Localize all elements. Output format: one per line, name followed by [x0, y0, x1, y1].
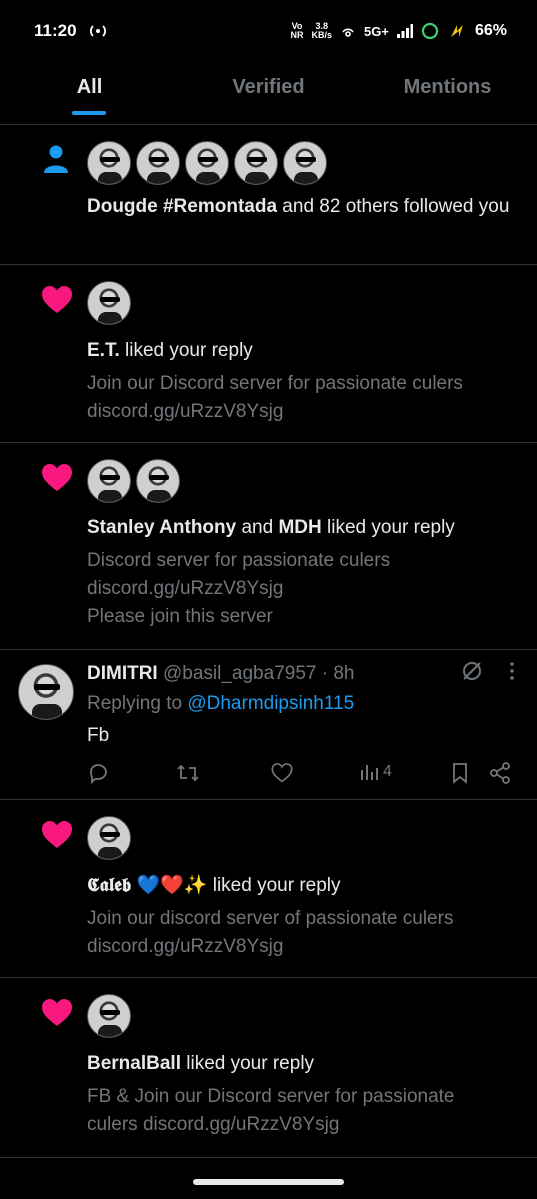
- battery-percent: 66%: [474, 22, 507, 39]
- avatar[interactable]: [136, 459, 180, 503]
- tweet-actions: 4: [0, 762, 537, 788]
- avatar[interactable]: [283, 141, 327, 185]
- avatar-group: [87, 459, 180, 503]
- status-time: 11:20: [34, 21, 77, 40]
- reply-button[interactable]: [87, 762, 109, 784]
- share-icon: [490, 762, 510, 784]
- more-options-icon[interactable]: [509, 661, 515, 681]
- like-button[interactable]: [271, 762, 293, 784]
- tweet-avatar[interactable]: [18, 664, 74, 720]
- notification-like[interactable]: Stanley Anthony and MDH liked your reply…: [0, 443, 537, 650]
- notification-preview: FB & Join our Discord server for passion…: [87, 1086, 455, 1135]
- avatar-group: [87, 816, 131, 860]
- avatar[interactable]: [87, 459, 131, 503]
- tweet-author-name[interactable]: DIMITRI: [87, 663, 158, 684]
- heart-icon: [42, 821, 72, 848]
- signal-icon: [396, 24, 413, 38]
- hotspot-icon: [89, 25, 106, 37]
- heart-icon: [42, 464, 72, 491]
- active-tab-indicator: [72, 111, 106, 115]
- notification-preview: Discord server for passionate culers disc…: [87, 550, 391, 627]
- retweet-icon: [177, 764, 199, 782]
- notification-tabs: All Verified Mentions: [0, 62, 537, 116]
- home-indicator[interactable]: [193, 1179, 344, 1185]
- tweet-reply[interactable]: DIMITRI @basil_agba7957 · 8h Replying to…: [0, 650, 537, 800]
- tab-all[interactable]: All: [0, 62, 179, 116]
- notification-text: Dougde #Remontada and 82 others followed…: [87, 196, 510, 217]
- avatar[interactable]: [136, 141, 180, 185]
- bookmark-icon: [453, 763, 467, 784]
- battery-saver-icon: [421, 22, 439, 40]
- notification-like[interactable]: E.T. liked your reply Join our Discord s…: [0, 265, 537, 443]
- notification-text: E.T. liked your reply: [87, 340, 253, 361]
- heart-icon: [42, 286, 72, 313]
- notification-text: BernalBall liked your reply: [87, 1053, 315, 1074]
- share-button[interactable]: [489, 762, 511, 784]
- avatar[interactable]: [234, 141, 278, 185]
- tweet-header: DIMITRI @basil_agba7957 · 8h: [87, 660, 354, 688]
- avatar-group: [87, 994, 131, 1038]
- tweet-text: Fb: [87, 725, 110, 746]
- avatar[interactable]: [87, 281, 131, 325]
- tweet-author-handle: @basil_agba7957 · 8h: [157, 663, 355, 684]
- grok-icon[interactable]: [461, 660, 483, 682]
- wifi-calling-icon: [342, 28, 354, 37]
- mention-link[interactable]: @Dharmdipsinh115: [187, 693, 354, 714]
- heart-icon: [42, 999, 72, 1026]
- volte-indicator: Vo NR: [290, 21, 304, 40]
- notification-text: 𝕮𝖆𝖑𝖊𝖇 💙❤️✨ liked your reply: [87, 875, 341, 896]
- tab-mentions[interactable]: Mentions: [358, 62, 537, 116]
- notification-like[interactable]: 𝕮𝖆𝖑𝖊𝖇 💙❤️✨ liked your reply Join our dis…: [0, 800, 537, 978]
- avatar[interactable]: [185, 141, 229, 185]
- replying-to: Replying to @Dharmdipsinh115: [87, 693, 355, 714]
- notification-like[interactable]: BernalBall liked your reply FB & Join ou…: [0, 978, 537, 1158]
- charging-icon: [450, 25, 463, 37]
- heart-outline-icon: [271, 763, 293, 783]
- views-button[interactable]: 4: [359, 762, 392, 782]
- reply-icon: [90, 764, 107, 784]
- views-count: 4: [383, 763, 392, 780]
- retweet-button[interactable]: [176, 762, 200, 784]
- tab-verified[interactable]: Verified: [179, 62, 358, 116]
- analytics-icon: [361, 765, 378, 780]
- bookmark-button[interactable]: [451, 762, 469, 784]
- avatar[interactable]: [87, 816, 131, 860]
- person-icon: [44, 145, 68, 173]
- avatar[interactable]: [87, 994, 131, 1038]
- status-bar: 11:20 Vo NR 3.8 KB/s 5G+ 66%: [0, 0, 537, 62]
- avatar[interactable]: [87, 141, 131, 185]
- notification-preview: Join our Discord server for passionate c…: [87, 373, 463, 422]
- notification-preview: Join our discord server of passionate cu…: [87, 908, 454, 957]
- avatar-group: [87, 281, 131, 325]
- notification-follow[interactable]: Dougde #Remontada and 82 others followed…: [0, 125, 537, 265]
- avatar-group: [87, 141, 327, 185]
- speed-indicator: 3.8 KB/s: [311, 21, 333, 40]
- notification-text: Stanley Anthony and MDH liked your reply: [87, 517, 455, 538]
- network-type: 5G+: [364, 23, 389, 39]
